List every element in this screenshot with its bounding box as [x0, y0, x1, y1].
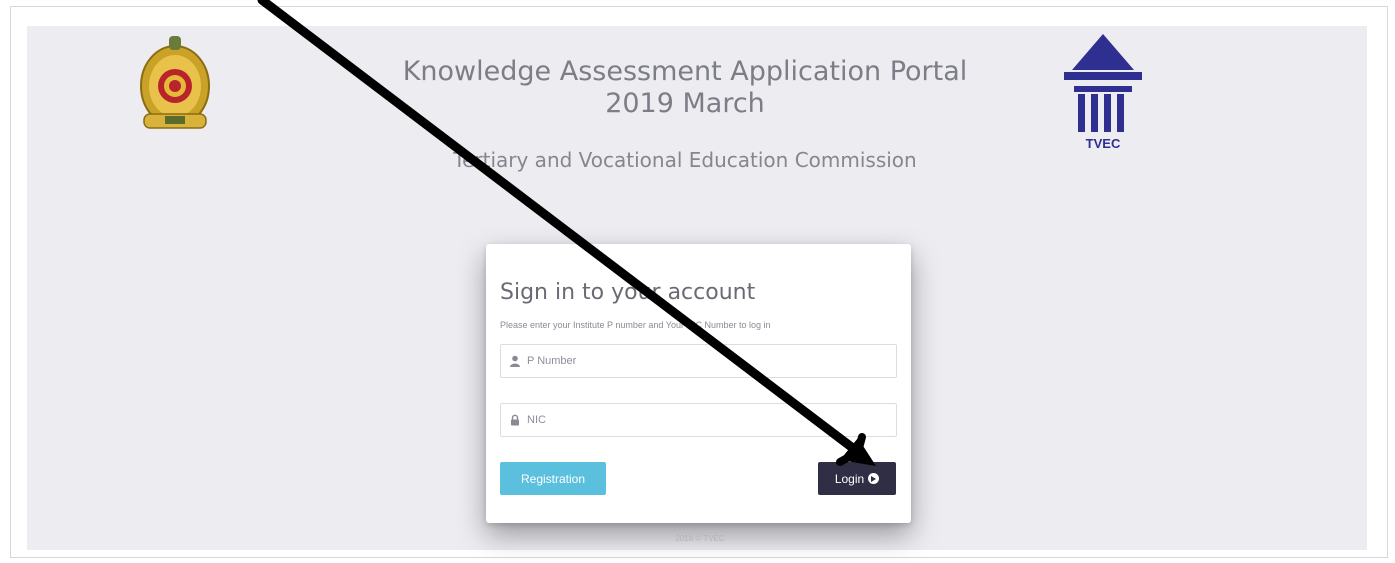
national-emblem-logo [140, 36, 210, 129]
p-number-field[interactable] [500, 344, 897, 378]
portal-subtitle: Tertiary and Vocational Education Commis… [453, 148, 917, 172]
login-button[interactable]: Login [818, 462, 896, 495]
portal-title: Knowledge Assessment Application Portal … [350, 56, 1020, 120]
portal-title-line2: 2019 March [605, 88, 765, 119]
login-button-label: Login [834, 471, 865, 486]
footer-copyright: 2018 © TVEC [675, 534, 725, 543]
circle-arrow-right-icon [868, 473, 880, 484]
tvec-logo: TVEC [1064, 34, 1142, 151]
lock-icon [511, 414, 519, 426]
nic-input[interactable] [527, 414, 887, 426]
portal-title-line1: Knowledge Assessment Application Portal [402, 56, 968, 87]
tvec-logo-text: TVEC [1086, 136, 1121, 151]
user-icon [510, 355, 520, 367]
registration-button[interactable]: Registration [500, 462, 606, 495]
login-card: Sign in to your account Please enter you… [486, 244, 911, 523]
p-number-input[interactable] [527, 355, 887, 367]
card-heading: Sign in to your account [500, 280, 756, 305]
card-instructions: Please enter your Institute P number and… [500, 320, 771, 330]
nic-field[interactable] [500, 403, 897, 437]
